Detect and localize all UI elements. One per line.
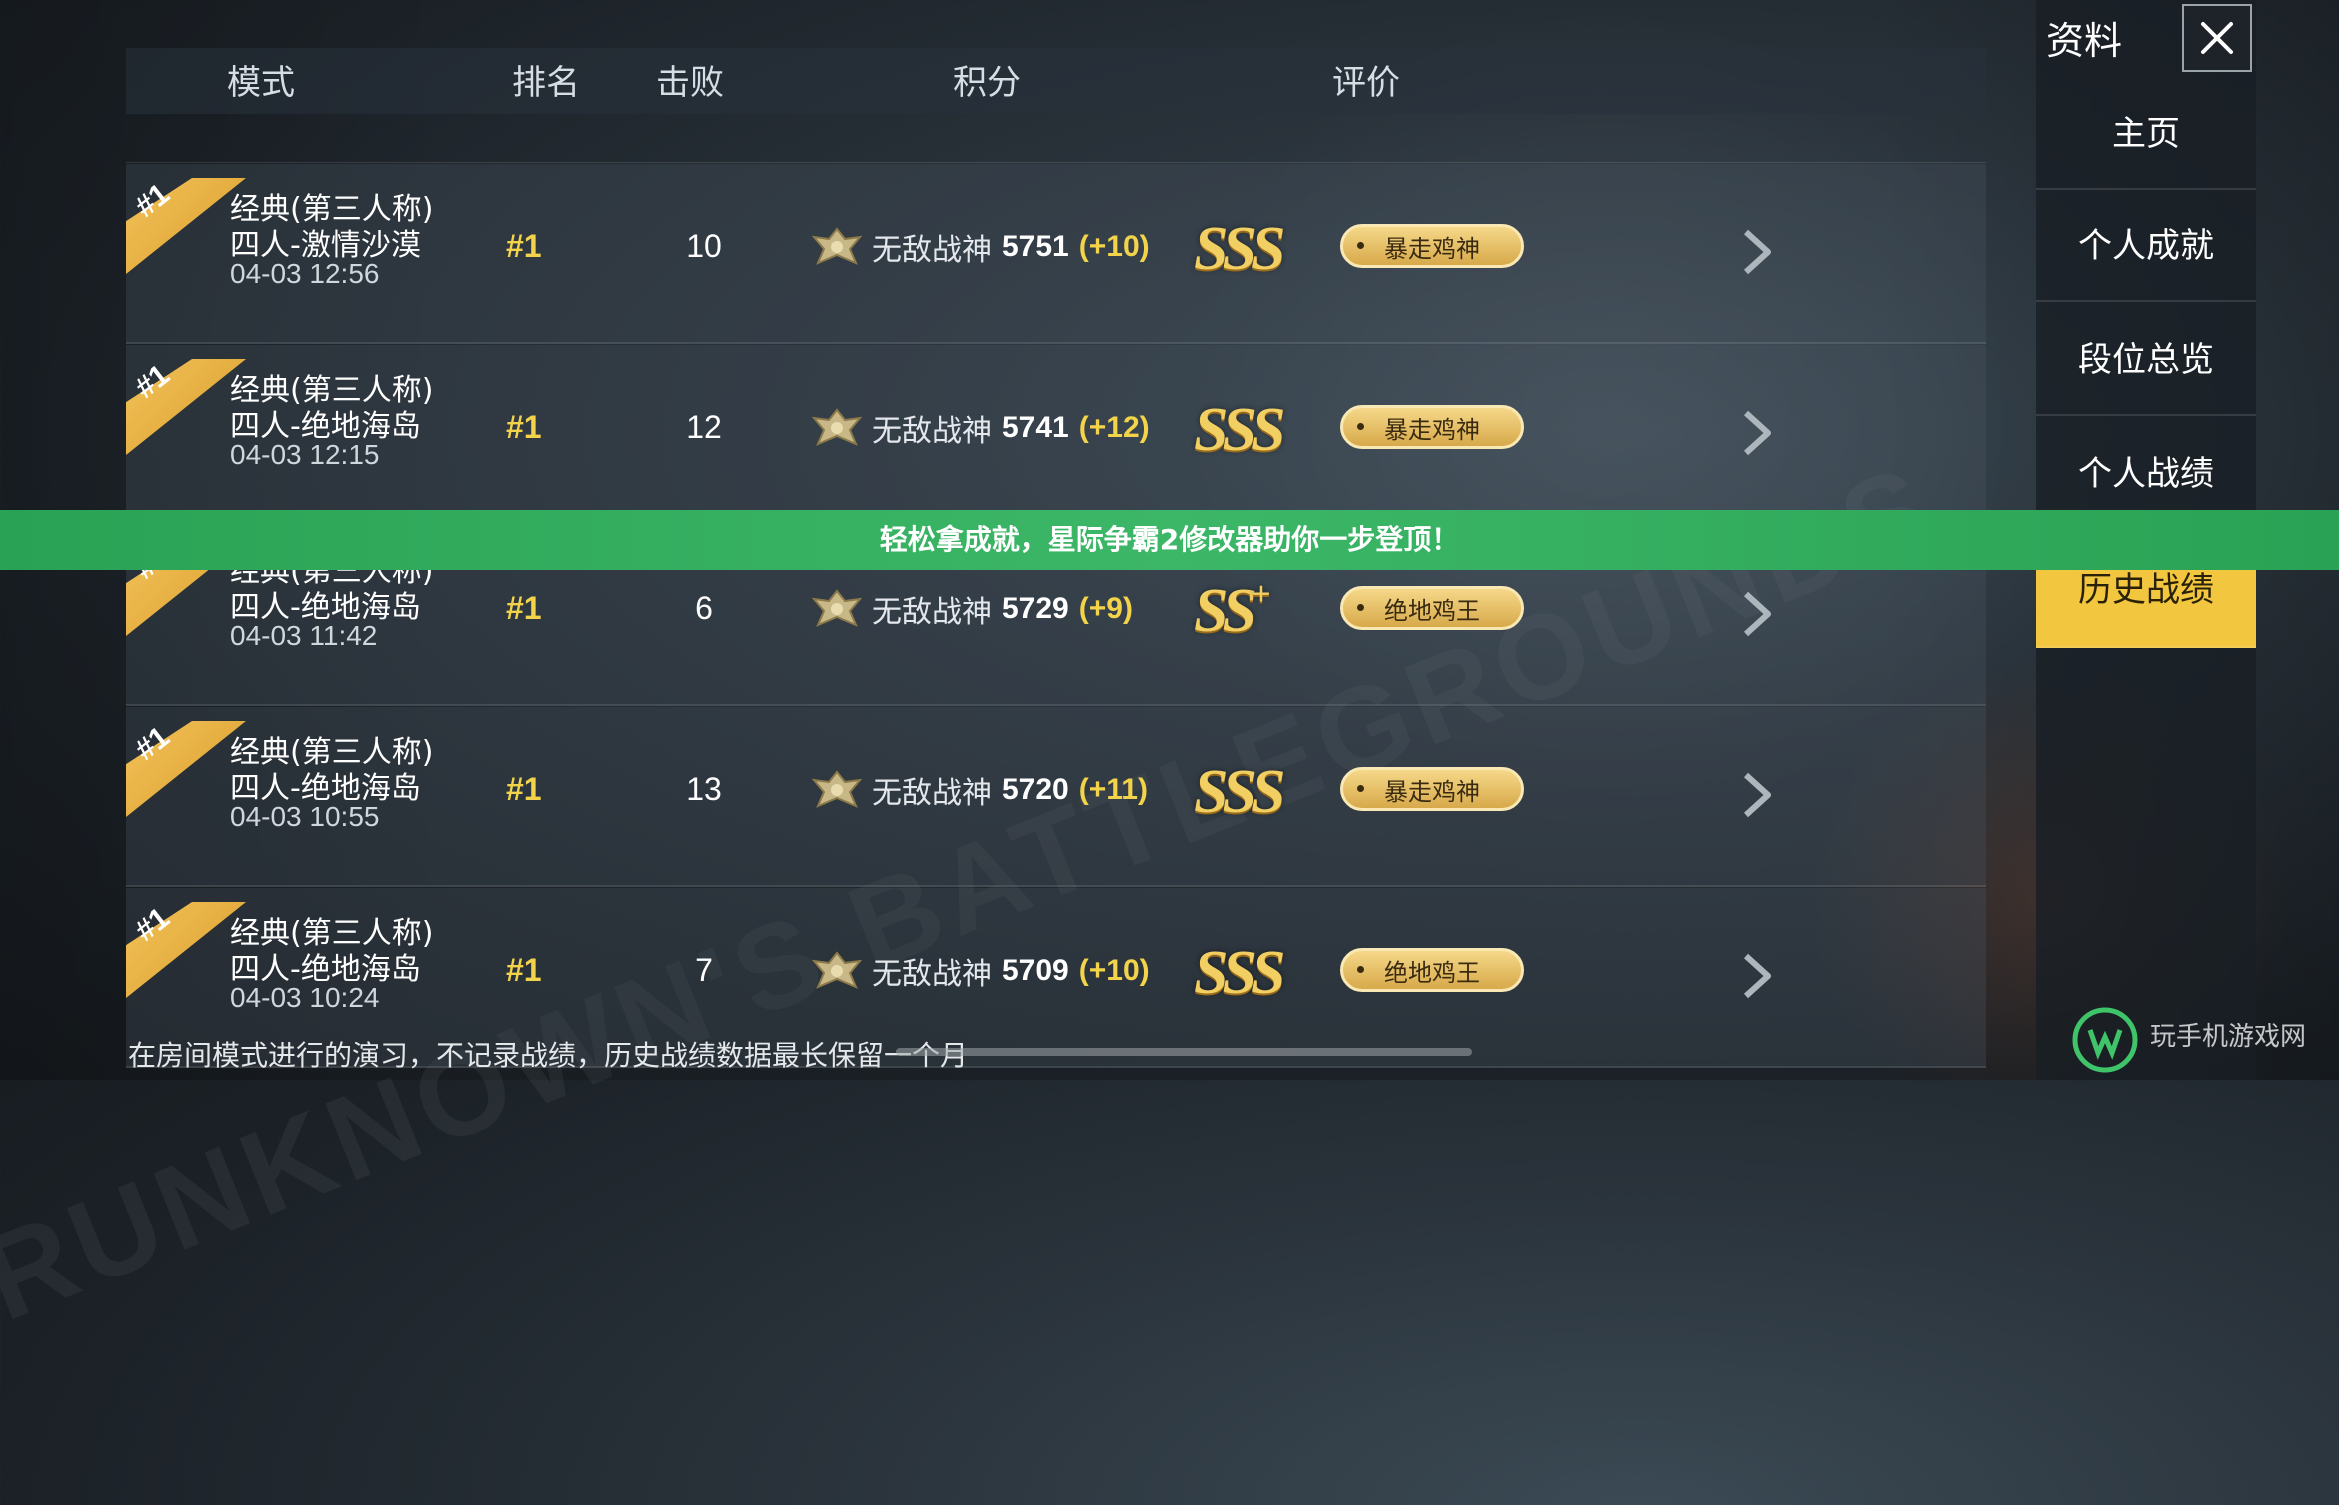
tier-name: 无敌战神 [872,233,992,268]
chevron-right-icon[interactable] [1736,771,1776,819]
tier-name: 无敌战神 [872,595,992,630]
grade-rating: SSS [1194,395,1285,466]
tier-name: 无敌战神 [872,776,992,811]
score-delta: (+9) [1078,592,1133,625]
title-badge: 暴走鸡神 [1340,767,1524,811]
tier-emblem-icon [812,227,862,265]
kills-value: 7 [695,952,713,988]
kills-value: 10 [686,228,722,264]
score-cell: 无敌战神 5741 (+12) [812,403,1150,453]
footer-note: 在房间模式进行的演习，不记录战绩，历史战绩数据最长保留一个月 [128,1039,969,1072]
rank-value: #1 [506,952,542,988]
nav-item-tier-overview[interactable]: 段位总览 [2036,304,2256,416]
chevron-right-icon[interactable] [1736,952,1776,1000]
header-rating: 评价 [1332,63,1400,103]
horizontal-scrollbar[interactable] [896,1048,1472,1056]
header-mode: 模式 [227,63,295,103]
chevron-right-icon[interactable] [1736,590,1776,638]
grade-rating: SSS [1194,757,1285,828]
score-cell: 无敌战神 5729 (+9) [812,584,1133,634]
score-delta: (+11) [1078,773,1148,806]
match-row[interactable]: #1 经典(第三人称) 四人-绝地海岛 04-03 12:15 #1 12 无敌… [126,345,1986,525]
banner-text: 轻松拿成就，星际争霸2修改器助你一步登顶！ [879,523,1460,556]
match-row[interactable]: #1 经典(第三人称) 四人-绝地海岛 04-03 10:55 #1 13 无敌… [126,707,1986,887]
match-date: 04-03 11:42 [230,620,378,651]
rank-value: #1 [506,409,542,445]
score-delta: (+10) [1078,230,1150,263]
table-header: 模式 排名 击败 积分 评价 [126,48,1986,114]
score-value: 5741 [1002,411,1069,444]
tier-emblem-icon [812,408,862,446]
site-logo-text: 玩手机游戏网 [2150,1022,2307,1052]
score-cell: 无敌战神 5709 (+10) [812,946,1150,996]
title-badge: 暴走鸡神 [1340,405,1524,449]
tier-name: 无敌战神 [872,957,992,992]
close-button[interactable] [2182,4,2252,72]
score-cell: 无敌战神 5720 (+11) [812,765,1148,815]
title-badge: 绝地鸡王 [1340,948,1524,992]
kills-value: 12 [686,409,722,445]
match-date: 04-03 10:24 [230,982,380,1013]
score-cell: 无敌战神 5751 (+10) [812,222,1150,272]
rank-value: #1 [506,228,542,264]
promo-banner: 轻松拿成就，星际争霸2修改器助你一步登顶！ [0,510,2339,570]
grade-rating: SS+ [1194,576,1270,647]
score-delta: (+10) [1078,954,1150,987]
header-divider [126,162,1986,163]
grade-plus: + [1250,576,1271,613]
tier-emblem-icon [812,770,862,808]
grade-rating: SSS [1194,214,1285,285]
nav-item-home[interactable]: 主页 [2036,78,2256,190]
panel-title: 资料 [2046,19,2123,63]
grade-letters: SSS [1194,758,1285,826]
score-delta: (+12) [1078,411,1150,444]
site-logo-icon [2072,1007,2138,1073]
close-icon [2201,22,2233,54]
grade-letters: SS [1194,577,1257,645]
rank-value: #1 [506,771,542,807]
header-kills: 击败 [656,63,724,103]
kills-value: 6 [695,590,713,626]
header-score: 积分 [953,63,1021,103]
score-value: 5720 [1002,773,1069,806]
chevron-right-icon[interactable] [1736,228,1776,276]
nav-item-achievements[interactable]: 个人成就 [2036,190,2256,302]
grade-letters: SSS [1194,939,1285,1007]
grade-letters: SSS [1194,396,1285,464]
rank-value: #1 [506,590,542,626]
kills-value: 13 [686,771,722,807]
tier-emblem-icon [812,589,862,627]
tier-name: 无敌战神 [872,414,992,449]
grade-rating: SSS [1194,938,1285,1009]
match-date: 04-03 12:15 [230,439,380,470]
tier-emblem-icon [812,951,862,989]
header-rank: 排名 [512,63,580,103]
score-value: 5751 [1002,230,1069,263]
match-row[interactable]: #1 经典(第三人称) 四人-激情沙漠 04-03 12:56 #1 10 无敌… [126,164,1986,344]
grade-letters: SSS [1194,215,1285,283]
title-badge: 暴走鸡神 [1340,224,1524,268]
title-badge: 绝地鸡王 [1340,586,1524,630]
chevron-right-icon[interactable] [1736,409,1776,457]
match-date: 04-03 12:56 [230,258,380,289]
match-date: 04-03 10:55 [230,801,380,832]
score-value: 5729 [1002,592,1069,625]
score-value: 5709 [1002,954,1069,987]
